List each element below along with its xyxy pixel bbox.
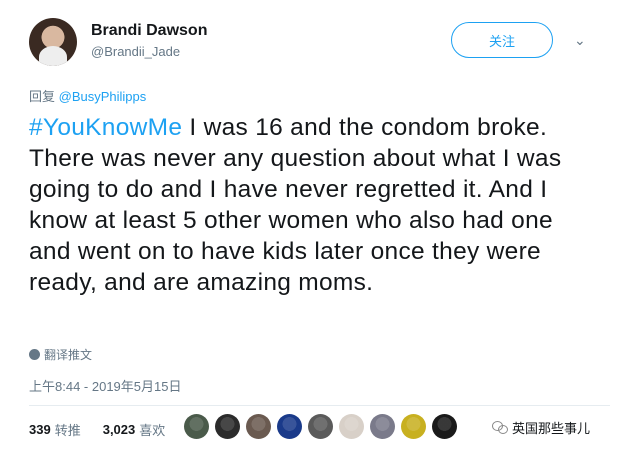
reply-to: 回复 @BusyPhilipps [29, 86, 146, 105]
chevron-down-icon[interactable]: ⌄ [574, 32, 586, 49]
wechat-icon [492, 420, 508, 435]
watermark: 英国那些事儿 [492, 418, 590, 437]
tweet-stats: 339 转推 3,023 喜欢 [29, 420, 165, 439]
liker-avatars [184, 414, 457, 439]
translate-label: 翻译推文 [44, 348, 93, 362]
tweet-body: I was 16 and the condom broke. There was… [29, 114, 562, 296]
reply-target-link[interactable]: @BusyPhilipps [59, 89, 147, 104]
tweet-text: #YouKnowMe I was 16 and the condom broke… [29, 112, 599, 298]
liker-avatar[interactable] [246, 414, 271, 439]
retweets-label[interactable]: 转推 [55, 420, 81, 439]
liker-avatar[interactable] [308, 414, 333, 439]
likes-label[interactable]: 喜欢 [139, 420, 165, 439]
liker-avatar[interactable] [184, 414, 209, 439]
liker-avatar[interactable] [401, 414, 426, 439]
liker-avatar[interactable] [215, 414, 240, 439]
translate-tweet[interactable]: 翻译推文 [29, 346, 92, 363]
author-name[interactable]: Brandi Dawson [91, 22, 207, 40]
liker-avatar[interactable] [339, 414, 364, 439]
liker-avatar[interactable] [277, 414, 302, 439]
follow-button[interactable]: 关注 [451, 22, 553, 58]
globe-icon [29, 349, 40, 360]
hashtag-link[interactable]: #YouKnowMe [29, 114, 182, 141]
liker-avatar[interactable] [370, 414, 395, 439]
likes-count[interactable]: 3,023 [103, 422, 136, 437]
tweet-timestamp[interactable]: 上午8:44 - 2019年5月15日 [29, 376, 181, 395]
author-handle[interactable]: @Brandii_Jade [91, 44, 180, 59]
watermark-text: 英国那些事儿 [512, 421, 591, 436]
divider [29, 405, 610, 406]
retweets-count[interactable]: 339 [29, 422, 51, 437]
liker-avatar[interactable] [432, 414, 457, 439]
avatar[interactable] [29, 18, 77, 66]
reply-prefix: 回复 [29, 89, 56, 104]
